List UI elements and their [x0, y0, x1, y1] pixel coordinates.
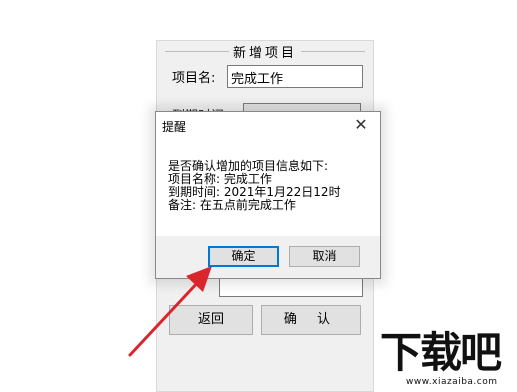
watermark-logo: 下载吧 www.xiazaiba.com — [378, 330, 514, 390]
watermark-url: www.xiazaiba.com — [406, 377, 498, 387]
watermark-text: 下载吧 — [380, 328, 502, 377]
